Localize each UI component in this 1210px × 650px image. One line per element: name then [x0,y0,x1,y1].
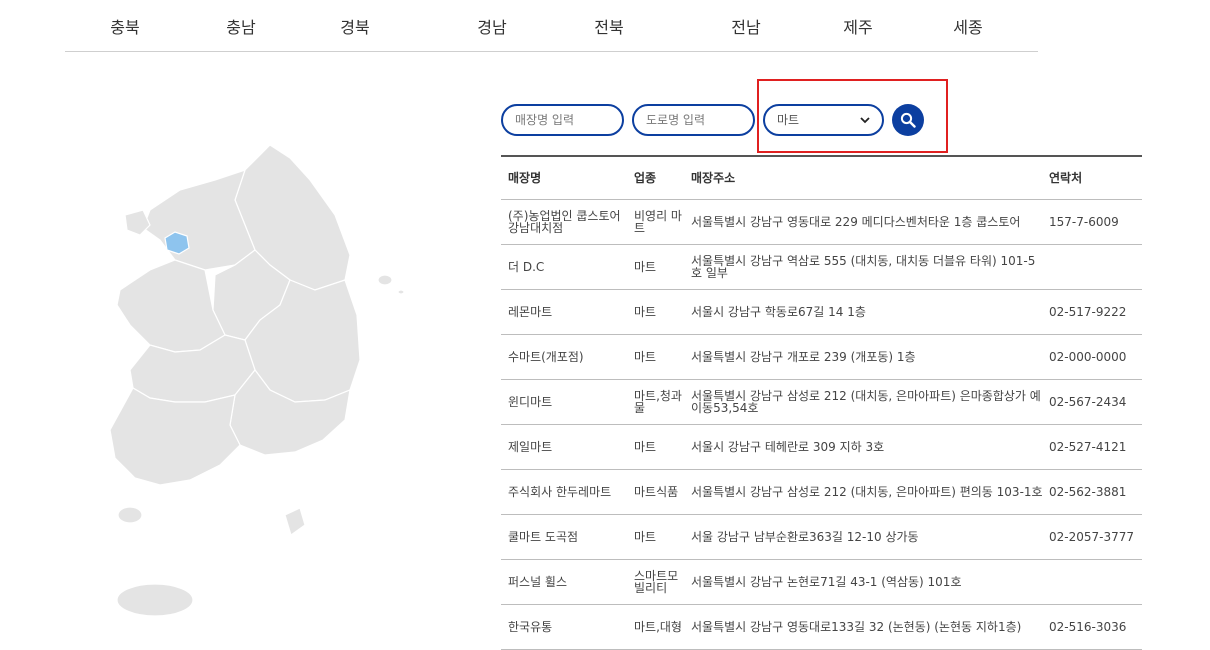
store-phone: 02-562-3881 [1049,485,1127,499]
store-name: 더 D.C [508,260,545,274]
map-region-incheon[interactable] [124,209,151,236]
store-name: 한국유통 [508,620,553,634]
tab-jeonbuk[interactable]: 전북 [594,14,623,38]
store-name: 쿨마트 도곡점 [508,530,579,544]
category-select-value: 마트 [777,113,800,127]
store-name: 주식회사 한두레마트 [508,485,612,499]
table-row[interactable]: 쿨마트 도곡점 마트 서울 강남구 남부순환로363길 12-10 상가동 02… [501,515,1142,560]
region-tabs: 충북 충남 경북 경남 전북 전남 제주 세종 [65,0,1038,52]
table-row[interactable]: 주식회사 한두레마트 마트식품 서울특별시 강남구 삼성로 212 (대치동, … [501,470,1142,515]
store-phone: 02-567-2434 [1049,395,1127,409]
korea-map-svg [109,144,405,617]
store-name: 윈디마트 [508,395,553,409]
store-type: 마트 [634,350,657,364]
store-address: 서울특별시 강남구 논현로71길 43-1 (역삼동) 101호 [691,575,962,589]
store-type: 마트,청과물 [634,389,682,415]
store-name: 제일마트 [508,440,553,454]
store-address: 서울특별시 강남구 개포로 239 (개포동) 1층 [691,350,916,364]
tab-jeonnam[interactable]: 전남 [731,14,760,38]
store-type: 마트식품 [634,485,679,499]
store-phone: 02-527-4121 [1049,440,1127,454]
store-name: 레몬마트 [508,305,553,319]
tab-gyeongnam[interactable]: 경남 [477,14,506,38]
store-name-input[interactable] [501,104,624,136]
store-address: 서울특별시 강남구 영동대로133길 32 (논현동) (논현동 지하1층) [691,620,1022,634]
store-type: 마트 [634,260,657,274]
category-select[interactable]: 마트 [763,104,884,136]
store-address: 서울특별시 강남구 역삼로 555 (대치동, 대치동 더블유 타워) 101-… [691,254,1036,280]
store-name: 퍼스널 휠스 [508,575,568,589]
map-island-nam [117,506,143,524]
store-phone: 02-516-3036 [1049,620,1127,634]
table-header: 매장명 업종 매장주소 연락처 [501,157,1142,200]
map-island-ulleung [377,274,393,286]
korea-map [95,140,435,630]
store-type: 마트 [634,440,657,454]
store-address: 서울특별시 강남구 삼성로 212 (대치동, 은마아파트) 은마종합상가 예이… [691,389,1041,415]
store-address: 서울시 강남구 테헤란로 309 지하 3호 [691,440,885,454]
store-type: 마트 [634,305,657,319]
store-phone: 02-000-0000 [1049,350,1127,364]
road-name-input[interactable] [632,104,755,136]
table-row[interactable]: 더 D.C 마트 서울특별시 강남구 역삼로 555 (대치동, 대치동 더블유… [501,245,1142,290]
search-button[interactable] [892,104,924,136]
map-region-gyeonggi[interactable] [142,169,256,271]
store-address: 서울특별시 강남구 영동대로 229 메디다스벤처타운 1층 쿱스토어 [691,215,1021,229]
store-address: 서울시 강남구 학동로67길 14 1층 [691,305,866,319]
tab-jeju[interactable]: 제주 [843,14,872,38]
tab-chungbuk[interactable]: 충북 [110,14,139,38]
table-row[interactable]: 퍼스널 휠스 스마트모빌리티 서울특별시 강남구 논현로71길 43-1 (역삼… [501,560,1142,605]
store-name: (주)농업법인 쿱스토어 강남대치점 [508,209,621,235]
store-address: 서울 강남구 남부순환로363길 12-10 상가동 [691,530,919,544]
table-row[interactable]: 윈디마트 마트,청과물 서울특별시 강남구 삼성로 212 (대치동, 은마아파… [501,380,1142,425]
table-row[interactable]: 한국유통 마트,대형 서울특별시 강남구 영동대로133길 32 (논현동) (… [501,605,1142,650]
store-type: 마트 [634,530,657,544]
store-table: 매장명 업종 매장주소 연락처 (주)농업법인 쿱스토어 강남대치점 비영리 마… [501,155,1142,650]
table-row[interactable]: (주)농업법인 쿱스토어 강남대치점 비영리 마트 서울특별시 강남구 영동대로… [501,200,1142,245]
header-type: 업종 [634,171,657,185]
store-address: 서울특별시 강남구 삼성로 212 (대치동, 은마아파트) 편의동 103-1… [691,485,1043,499]
tab-sejong[interactable]: 세종 [953,14,982,38]
chevron-down-icon [860,116,870,123]
store-name: 수마트(개포점) [508,350,584,364]
map-region-jeonnam[interactable] [109,387,241,486]
header-address: 매장주소 [691,171,736,185]
table-row[interactable]: 수마트(개포점) 마트 서울특별시 강남구 개포로 239 (개포동) 1층 0… [501,335,1142,380]
table-row[interactable]: 레몬마트 마트 서울시 강남구 학동로67길 14 1층 02-517-9222 [501,290,1142,335]
tab-gyeongbuk[interactable]: 경북 [340,14,369,38]
header-name: 매장명 [508,171,542,185]
header-phone: 연락처 [1049,171,1083,185]
map-region-seoul[interactable] [164,231,190,255]
map-region-jeju[interactable] [116,583,194,617]
store-phone: 02-517-9222 [1049,305,1127,319]
store-type: 비영리 마트 [634,209,682,235]
tab-chungnam[interactable]: 충남 [226,14,255,38]
store-phone: 157-7-6009 [1049,215,1119,229]
map-island-geoje [284,507,306,536]
store-phone: 02-2057-3777 [1049,530,1135,544]
map-island-dokdo [397,289,405,295]
table-row[interactable]: 제일마트 마트 서울시 강남구 테헤란로 309 지하 3호 02-527-41… [501,425,1142,470]
store-type: 스마트모빌리티 [634,569,679,595]
map-region-chungnam[interactable] [116,259,226,353]
search-icon [900,112,916,128]
store-type: 마트,대형 [634,620,682,634]
